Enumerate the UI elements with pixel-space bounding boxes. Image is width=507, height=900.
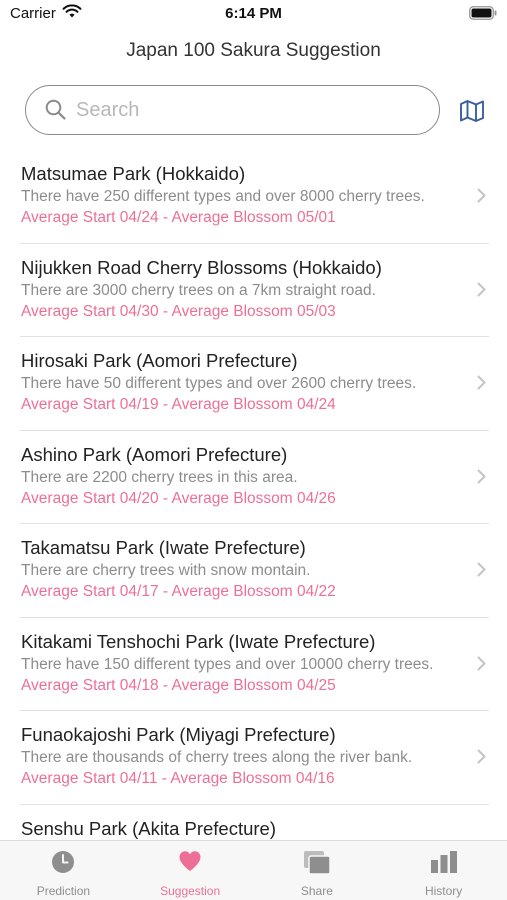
chevron-right-icon [477,469,486,489]
list-item[interactable]: Senshu Park (Akita Prefecture) [0,805,507,841]
tab-share[interactable]: Share [254,841,381,900]
page-title: Japan 100 Sakura Suggestion [126,40,381,61]
item-title: Hirosaki Park (Aomori Prefecture) [21,350,298,371]
item-title: Funaokajoshi Park (Miyagi Prefecture) [21,724,336,745]
item-description: There have 250 different types and over … [21,188,425,205]
item-dates: Average Start 04/17 - Average Blossom 04… [21,583,336,600]
item-description: There have 50 different types and over 2… [21,375,417,392]
chevron-right-icon [477,562,486,582]
item-description: There are cherry trees with snow montain… [21,562,311,579]
item-title: Kitakami Tenshochi Park (Iwate Prefectur… [21,630,376,652]
item-dates: Average Start 04/18 - Average Blossom 04… [21,676,336,694]
search-icon [44,98,68,127]
sakura-spot-list: Matsumae Park (Hokkaido) There have 250 … [0,150,507,840]
list-item[interactable]: Takamatsu Park (Iwate Prefecture) There … [0,524,507,618]
item-description: There are thousands of cherry trees alon… [21,749,413,766]
tab-bar: Prediction Suggestion Share History [0,840,507,900]
item-dates: Average Start 04/19 - Average Blossom 04… [21,396,336,413]
item-description: There are 3000 cherry trees on a 7km str… [21,281,376,299]
search-bar[interactable] [25,85,440,135]
item-title: Nijukken Road Cherry Blossoms (Hokkaido) [21,256,382,278]
item-dates: Average Start 04/20 - Average Blossom 04… [21,489,336,507]
status-bar: Carrier 6:14 PM [0,0,507,28]
tab-label: Share [300,884,333,898]
item-description: There are 2200 cherry trees in this area… [21,468,298,486]
tab-label: Suggestion [160,884,221,898]
item-title: Ashino Park (Aomori Prefecture) [21,443,288,465]
chevron-right-icon [477,282,486,302]
item-title: Senshu Park (Akita Prefecture) [21,817,276,839]
tab-label: History [424,884,463,898]
bar-chart-icon [430,850,458,879]
tab-prediction[interactable]: Prediction [0,841,127,900]
item-title: Matsumae Park (Hokkaido) [21,163,246,184]
item-dates: Average Start 04/24 - Average Blossom 05… [21,209,336,226]
map-button[interactable] [459,99,485,123]
tab-history[interactable]: History [380,841,507,900]
map-icon [459,100,485,127]
list-item[interactable]: Nijukken Road Cherry Blossoms (Hokkaido)… [0,244,507,338]
list-item[interactable]: Matsumae Park (Hokkaido) There have 250 … [0,150,507,244]
tab-suggestion[interactable]: Suggestion [127,841,254,900]
item-dates: Average Start 04/11 - Average Blossom 04… [21,770,335,787]
list-item[interactable]: Ashino Park (Aomori Prefecture) There ar… [0,431,507,525]
search-input[interactable] [76,96,416,124]
heart-icon [178,850,202,877]
item-dates: Average Start 04/30 - Average Blossom 05… [21,302,336,320]
list-item[interactable]: Funaokajoshi Park (Miyagi Prefecture) Th… [0,711,507,805]
item-title: Takamatsu Park (Iwate Prefecture) [21,537,306,558]
list-item[interactable]: Kitakami Tenshochi Park (Iwate Prefectur… [0,618,507,712]
share-icon [303,850,331,881]
item-description: There have 150 different types and over … [21,655,434,673]
battery-icon [469,6,497,25]
clock-icon [51,850,75,879]
chevron-right-icon [477,656,486,676]
tab-label: Prediction [36,884,91,898]
status-time: 6:14 PM [225,5,282,22]
list-item[interactable]: Hirosaki Park (Aomori Prefecture) There … [0,337,507,431]
chevron-right-icon [477,188,486,208]
chevron-right-icon [477,749,486,769]
chevron-right-icon [477,375,486,395]
